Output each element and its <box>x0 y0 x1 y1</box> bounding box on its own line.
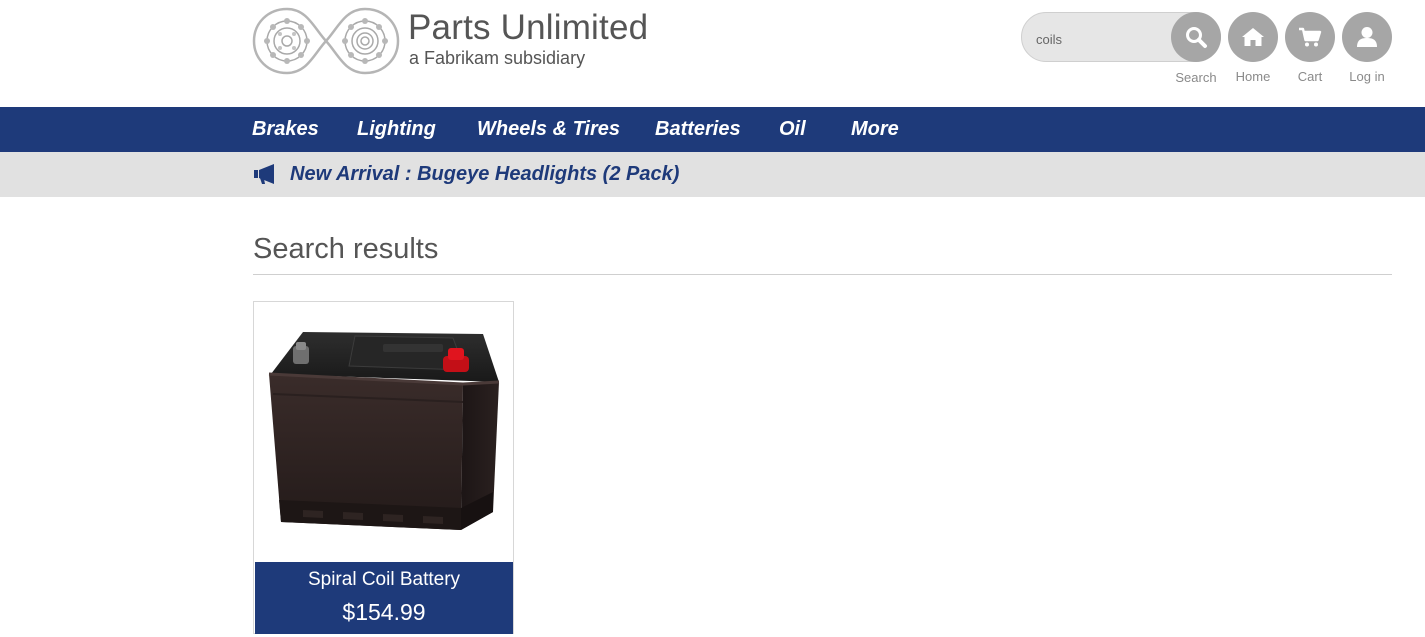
parts-unlimited-logo[interactable] <box>252 6 400 76</box>
home-label[interactable]: Home <box>1223 69 1283 84</box>
home-icon <box>1242 28 1264 46</box>
site-header: Parts Unlimited a Fabrikam subsidiary Se… <box>0 0 1425 107</box>
cart-icon <box>1299 27 1322 47</box>
page-title: Search results <box>253 233 439 265</box>
car-battery-image <box>268 332 500 530</box>
product-name[interactable]: Spiral Coil Battery <box>255 567 513 593</box>
megaphone-icon <box>254 164 274 184</box>
product-price: $154.99 <box>342 599 426 625</box>
search-label: Search <box>1175 70 1217 85</box>
search-button[interactable] <box>1171 12 1221 62</box>
product-footer: Spiral Coil Battery $154.99 <box>255 562 513 634</box>
home-button[interactable] <box>1228 12 1278 62</box>
nav-item-wheels-tires[interactable]: Wheels & Tires <box>477 107 620 152</box>
cart-button[interactable] <box>1285 12 1335 62</box>
login-label[interactable]: Log in <box>1337 69 1397 84</box>
brand-subtitle: a Fabrikam subsidiary <box>409 48 586 68</box>
nav-item-brakes[interactable]: Brakes <box>252 107 319 152</box>
search-input[interactable] <box>1034 26 1178 52</box>
nav-item-batteries[interactable]: Batteries <box>655 107 741 152</box>
user-icon <box>1357 27 1377 47</box>
announcement-link[interactable]: New Arrival : Bugeye Headlights (2 Pack) <box>290 152 679 197</box>
nav-item-lighting[interactable]: Lighting <box>357 107 436 152</box>
announcement-bar: New Arrival : Bugeye Headlights (2 Pack) <box>0 152 1425 197</box>
divider <box>253 274 1392 275</box>
search-icon <box>1186 27 1207 48</box>
cart-label[interactable]: Cart <box>1280 69 1340 84</box>
login-button[interactable] <box>1342 12 1392 62</box>
brand-title[interactable]: Parts Unlimited <box>408 8 648 48</box>
product-card[interactable]: Spiral Coil Battery $154.99 <box>253 301 514 634</box>
main-nav: Brakes Lighting Wheels & Tires Batteries… <box>0 107 1425 152</box>
nav-item-oil[interactable]: Oil <box>779 107 806 152</box>
nav-item-more[interactable]: More <box>851 107 899 152</box>
